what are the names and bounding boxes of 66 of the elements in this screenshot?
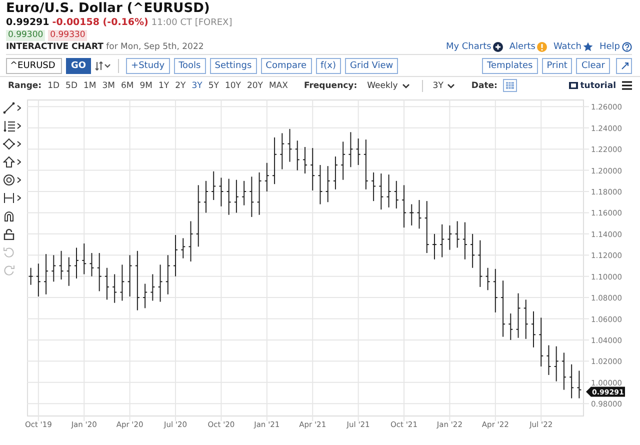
line-tool-icon[interactable]: [3, 102, 15, 114]
header-link[interactable]: My Charts: [446, 41, 504, 53]
up-arrow-icon[interactable]: [3, 156, 15, 168]
go-button[interactable]: GO: [66, 58, 92, 74]
date-label: Date:: [471, 80, 498, 90]
list-tool-icon[interactable]: [3, 120, 15, 132]
header-link[interactable]: Alerts: [509, 41, 548, 53]
magnet-icon[interactable]: [3, 210, 15, 222]
caret-icon: [402, 82, 410, 88]
caret-icon: [447, 82, 456, 88]
last-price: 0.99291: [6, 17, 50, 29]
toolbar-button[interactable]: Templates: [482, 58, 538, 74]
range-option[interactable]: 5Y: [208, 80, 219, 90]
range-label: Range:: [8, 80, 42, 90]
range-option[interactable]: 9M: [140, 80, 152, 90]
help-icon: [622, 42, 632, 52]
period-dropdown[interactable]: 3Y: [432, 80, 456, 90]
chevron-icon[interactable]: [17, 195, 21, 201]
symbol-field[interactable]: ^EURUSD: [6, 58, 62, 74]
measure-icon[interactable]: [3, 192, 15, 204]
range-option[interactable]: 3Y: [192, 80, 202, 90]
chevron-icon[interactable]: [17, 123, 21, 129]
chart-label: INTERACTIVE CHART: [6, 42, 104, 52]
quote-time: 11:00 CT [FOREX]: [151, 17, 232, 29]
menu-icon[interactable]: [622, 81, 632, 90]
range-option[interactable]: 1D: [48, 80, 60, 90]
frequency-label: Frequency:: [304, 80, 358, 90]
chart-date: for Mon, Sep 5th, 2022: [106, 42, 204, 52]
range-option[interactable]: 5D: [66, 80, 78, 90]
chevron-icon[interactable]: [17, 159, 21, 165]
star-icon: [583, 42, 594, 52]
header-link[interactable]: Watch: [553, 41, 594, 53]
chevron-icon[interactable]: [17, 105, 21, 111]
tutorial-link[interactable]: tutorial: [580, 80, 616, 90]
chevron-icon[interactable]: [17, 177, 21, 183]
sort-icon[interactable]: [95, 61, 112, 71]
range-option[interactable]: 2Y: [175, 80, 186, 90]
toolbar-button[interactable]: Settings: [210, 58, 257, 74]
toolbar-button[interactable]: Compare: [260, 58, 312, 74]
target-icon[interactable]: [3, 174, 15, 186]
bid-price: 0.99300: [6, 30, 46, 41]
range-option[interactable]: 3M: [102, 80, 115, 90]
diamond-icon[interactable]: [3, 138, 15, 150]
lock-icon[interactable]: [3, 228, 15, 240]
expand-icon: [621, 62, 629, 70]
chevron-icon[interactable]: [17, 141, 21, 147]
toolbar-button[interactable]: f(x): [316, 58, 342, 74]
alert-icon: [537, 42, 548, 52]
header-link[interactable]: Help: [599, 41, 632, 53]
toolbar-button[interactable]: Grid View: [345, 58, 398, 74]
range-option[interactable]: MAX: [268, 80, 288, 90]
page-title: Euro/U.S. Dollar (^EURUSD): [6, 1, 211, 17]
range-option[interactable]: 10Y: [224, 80, 241, 90]
toolbar-button[interactable]: +Study: [126, 58, 170, 74]
plus-icon: [493, 42, 504, 52]
range-option[interactable]: 20Y: [246, 80, 263, 90]
toolbar-button[interactable]: Tools: [174, 58, 206, 74]
toolbar-button[interactable]: Clear: [576, 58, 610, 74]
toolbar-button[interactable]: Print: [542, 58, 572, 74]
range-option[interactable]: 6M: [121, 80, 134, 90]
expand-button[interactable]: [616, 58, 632, 74]
frequency-dropdown[interactable]: Weekly: [367, 80, 410, 90]
price-change: -0.00158 (-0.16%): [52, 17, 148, 29]
range-option[interactable]: 1M: [84, 80, 96, 90]
ask-price: 0.99330: [48, 30, 88, 41]
range-option[interactable]: 1Y: [158, 80, 170, 90]
